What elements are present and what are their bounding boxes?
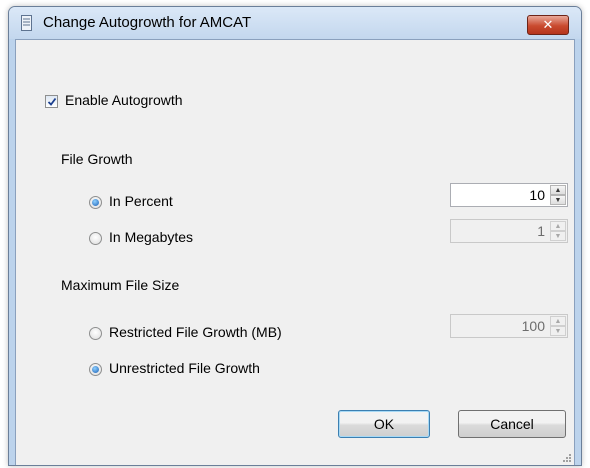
- resize-grip-icon[interactable]: [562, 453, 572, 463]
- close-button[interactable]: ✕: [527, 15, 569, 35]
- ok-button[interactable]: OK: [338, 410, 430, 438]
- file-growth-section-label: File Growth: [61, 151, 133, 167]
- restricted-file-growth-radio[interactable]: [89, 327, 102, 340]
- cancel-button[interactable]: Cancel: [458, 410, 566, 438]
- in-megabytes-radio[interactable]: [89, 232, 102, 245]
- in-percent-label[interactable]: In Percent: [109, 193, 173, 209]
- spin-down-icon: ▼: [550, 231, 566, 241]
- restricted-size-value: 100: [521, 318, 545, 334]
- in-megabytes-label[interactable]: In Megabytes: [109, 229, 193, 245]
- close-icon: ✕: [542, 17, 554, 32]
- dialog-window: Change Autogrowth for AMCAT ✕ Enable Aut…: [8, 6, 582, 466]
- spin-down-icon[interactable]: ▼: [550, 195, 566, 205]
- title-bar[interactable]: Change Autogrowth for AMCAT ✕: [9, 7, 581, 39]
- megabytes-value: 1: [537, 223, 545, 239]
- spin-up-icon: ▲: [550, 221, 566, 231]
- percent-value: 10: [529, 187, 545, 203]
- dialog-title: Change Autogrowth for AMCAT: [43, 14, 252, 31]
- spin-down-icon: ▼: [550, 326, 566, 336]
- database-file-icon: [21, 15, 32, 31]
- unrestricted-file-growth-label[interactable]: Unrestricted File Growth: [109, 360, 260, 376]
- maximum-file-size-section-label: Maximum File Size: [61, 277, 180, 293]
- restricted-file-growth-label[interactable]: Restricted File Growth (MB): [109, 324, 282, 340]
- enable-autogrowth-checkbox[interactable]: [45, 95, 58, 108]
- in-percent-radio[interactable]: [89, 196, 102, 209]
- spin-up-icon[interactable]: ▲: [550, 185, 566, 195]
- checkmark-icon: [47, 97, 56, 106]
- unrestricted-file-growth-radio[interactable]: [89, 363, 102, 376]
- enable-autogrowth-label[interactable]: Enable Autogrowth: [65, 92, 183, 108]
- restricted-size-spinbox: 100 ▲ ▼: [450, 314, 568, 338]
- spin-up-icon: ▲: [550, 316, 566, 326]
- percent-spinbox[interactable]: 10 ▲ ▼: [450, 183, 568, 207]
- megabytes-spinbox: 1 ▲ ▼: [450, 219, 568, 243]
- dialog-body: Enable Autogrowth File Growth In Percent…: [15, 39, 575, 465]
